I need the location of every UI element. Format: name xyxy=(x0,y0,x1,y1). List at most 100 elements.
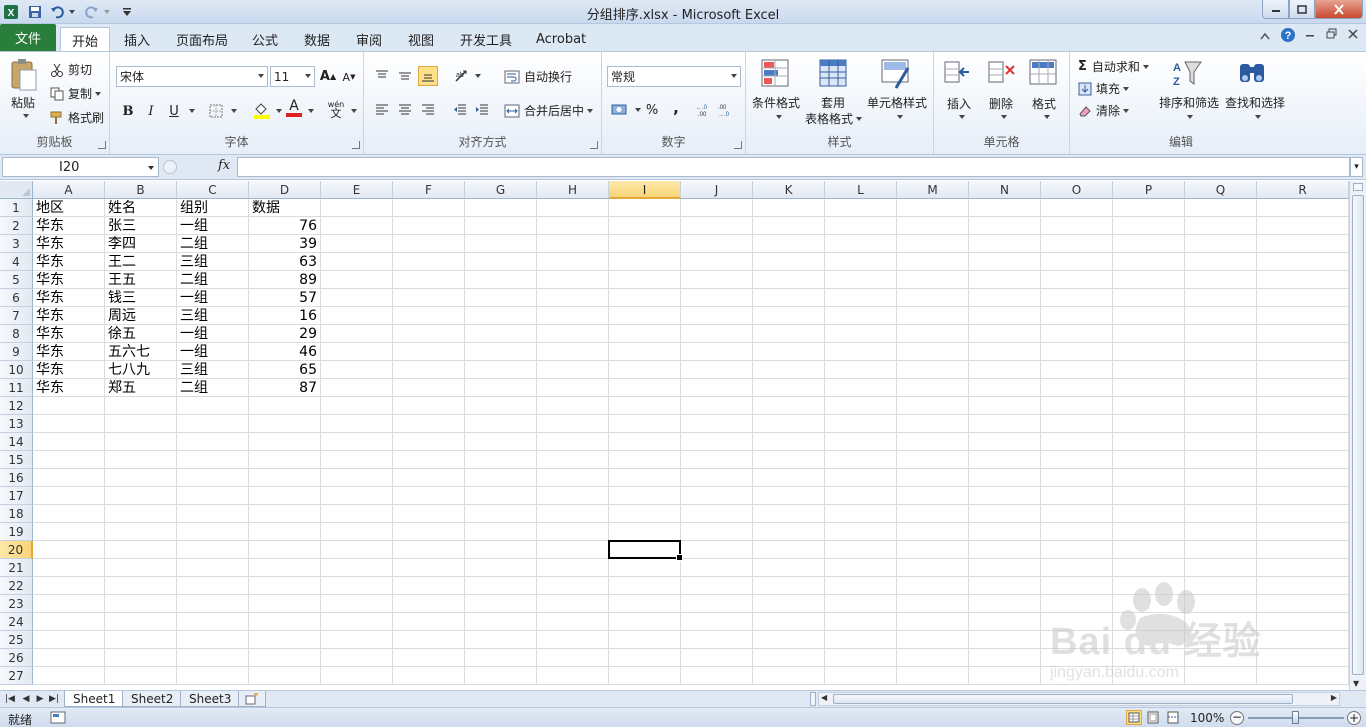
cell-c18[interactable] xyxy=(177,505,249,523)
format-painter-button[interactable]: 格式刷 xyxy=(50,109,104,126)
cell-a10[interactable]: 华东 xyxy=(33,361,105,379)
cell-r3[interactable] xyxy=(1257,235,1349,253)
cell-p20[interactable] xyxy=(1113,541,1185,559)
cell-i5[interactable] xyxy=(609,271,681,289)
merge-center-button[interactable]: 合并后居中 xyxy=(504,102,594,119)
column-header-g[interactable]: G xyxy=(465,181,537,199)
sheet-tab-sheet1[interactable]: Sheet1 xyxy=(64,691,125,707)
cell-c2[interactable]: 一组 xyxy=(177,217,249,235)
cell-o18[interactable] xyxy=(1041,505,1113,523)
italic-button[interactable]: I xyxy=(141,101,161,121)
cell-p5[interactable] xyxy=(1113,271,1185,289)
column-header-o[interactable]: O xyxy=(1041,181,1113,199)
cell-g8[interactable] xyxy=(465,325,537,343)
grow-font-button[interactable]: A ▲ xyxy=(318,66,338,86)
cell-n8[interactable] xyxy=(969,325,1041,343)
cell-n25[interactable] xyxy=(969,631,1041,649)
cell-q14[interactable] xyxy=(1185,433,1257,451)
shrink-font-button[interactable]: A ▼ xyxy=(339,67,359,87)
cell-k15[interactable] xyxy=(753,451,825,469)
insert-cells-dropdown-icon[interactable] xyxy=(959,115,965,119)
tab-view[interactable]: 视图 xyxy=(400,27,442,51)
cell-h11[interactable] xyxy=(537,379,609,397)
cell-m9[interactable] xyxy=(897,343,969,361)
cell-o27[interactable] xyxy=(1041,667,1113,685)
cell-k11[interactable] xyxy=(753,379,825,397)
cell-a24[interactable] xyxy=(33,613,105,631)
cell-e20[interactable] xyxy=(321,541,393,559)
cell-k27[interactable] xyxy=(753,667,825,685)
cell-i14[interactable] xyxy=(609,433,681,451)
cell-p15[interactable] xyxy=(1113,451,1185,469)
maximize-button[interactable] xyxy=(1289,0,1315,19)
cell-k25[interactable] xyxy=(753,631,825,649)
cell-r7[interactable] xyxy=(1257,307,1349,325)
cell-o9[interactable] xyxy=(1041,343,1113,361)
cell-o1[interactable] xyxy=(1041,199,1113,217)
cell-p19[interactable] xyxy=(1113,523,1185,541)
cell-a15[interactable] xyxy=(33,451,105,469)
row-header-1[interactable]: 1 xyxy=(0,199,33,217)
autosum-dropdown-icon[interactable] xyxy=(1142,64,1149,69)
cell-i8[interactable] xyxy=(609,325,681,343)
cell-n18[interactable] xyxy=(969,505,1041,523)
zoom-level[interactable]: 100% xyxy=(1190,711,1224,725)
cell-h22[interactable] xyxy=(537,577,609,595)
cell-c11[interactable]: 二组 xyxy=(177,379,249,397)
cell-i25[interactable] xyxy=(609,631,681,649)
cell-j26[interactable] xyxy=(681,649,753,667)
row-header-17[interactable]: 17 xyxy=(0,487,33,505)
cell-i4[interactable] xyxy=(609,253,681,271)
cell-f27[interactable] xyxy=(393,667,465,685)
cell-a17[interactable] xyxy=(33,487,105,505)
cell-k26[interactable] xyxy=(753,649,825,667)
cell-e16[interactable] xyxy=(321,469,393,487)
formula-input[interactable] xyxy=(237,157,1350,177)
cell-a7[interactable]: 华东 xyxy=(33,307,105,325)
cell-m10[interactable] xyxy=(897,361,969,379)
cell-q24[interactable] xyxy=(1185,613,1257,631)
cell-h17[interactable] xyxy=(537,487,609,505)
cell-p14[interactable] xyxy=(1113,433,1185,451)
cell-q12[interactable] xyxy=(1185,397,1257,415)
cell-e12[interactable] xyxy=(321,397,393,415)
row-header-13[interactable]: 13 xyxy=(0,415,33,433)
cell-o26[interactable] xyxy=(1041,649,1113,667)
column-header-d[interactable]: D xyxy=(249,181,321,199)
cell-b2[interactable]: 张三 xyxy=(105,217,177,235)
cell-d14[interactable] xyxy=(249,433,321,451)
cell-f26[interactable] xyxy=(393,649,465,667)
cell-p9[interactable] xyxy=(1113,343,1185,361)
cell-a6[interactable]: 华东 xyxy=(33,289,105,307)
row-header-11[interactable]: 11 xyxy=(0,379,33,397)
cell-l17[interactable] xyxy=(825,487,897,505)
cell-j9[interactable] xyxy=(681,343,753,361)
comma-button[interactable]: , xyxy=(666,98,686,118)
cell-n14[interactable] xyxy=(969,433,1041,451)
align-bottom-icon[interactable] xyxy=(418,66,438,86)
row-header-14[interactable]: 14 xyxy=(0,433,33,451)
fill-dropdown-icon[interactable] xyxy=(1123,86,1130,91)
cell-n16[interactable] xyxy=(969,469,1041,487)
cell-a2[interactable]: 华东 xyxy=(33,217,105,235)
cell-j20[interactable] xyxy=(681,541,753,559)
cell-i21[interactable] xyxy=(609,559,681,577)
row-header-6[interactable]: 6 xyxy=(0,289,33,307)
cell-d15[interactable] xyxy=(249,451,321,469)
cell-e22[interactable] xyxy=(321,577,393,595)
cell-q3[interactable] xyxy=(1185,235,1257,253)
font-color-dropdown-icon[interactable] xyxy=(308,109,314,113)
cell-r16[interactable] xyxy=(1257,469,1349,487)
first-sheet-icon[interactable]: |◀ xyxy=(4,692,16,706)
cell-m13[interactable] xyxy=(897,415,969,433)
cell-h16[interactable] xyxy=(537,469,609,487)
row-header-22[interactable]: 22 xyxy=(0,577,33,595)
cell-j6[interactable] xyxy=(681,289,753,307)
cell-f11[interactable] xyxy=(393,379,465,397)
column-header-p[interactable]: P xyxy=(1113,181,1185,199)
cell-f9[interactable] xyxy=(393,343,465,361)
cell-p7[interactable] xyxy=(1113,307,1185,325)
cell-q13[interactable] xyxy=(1185,415,1257,433)
cell-n3[interactable] xyxy=(969,235,1041,253)
cell-h8[interactable] xyxy=(537,325,609,343)
